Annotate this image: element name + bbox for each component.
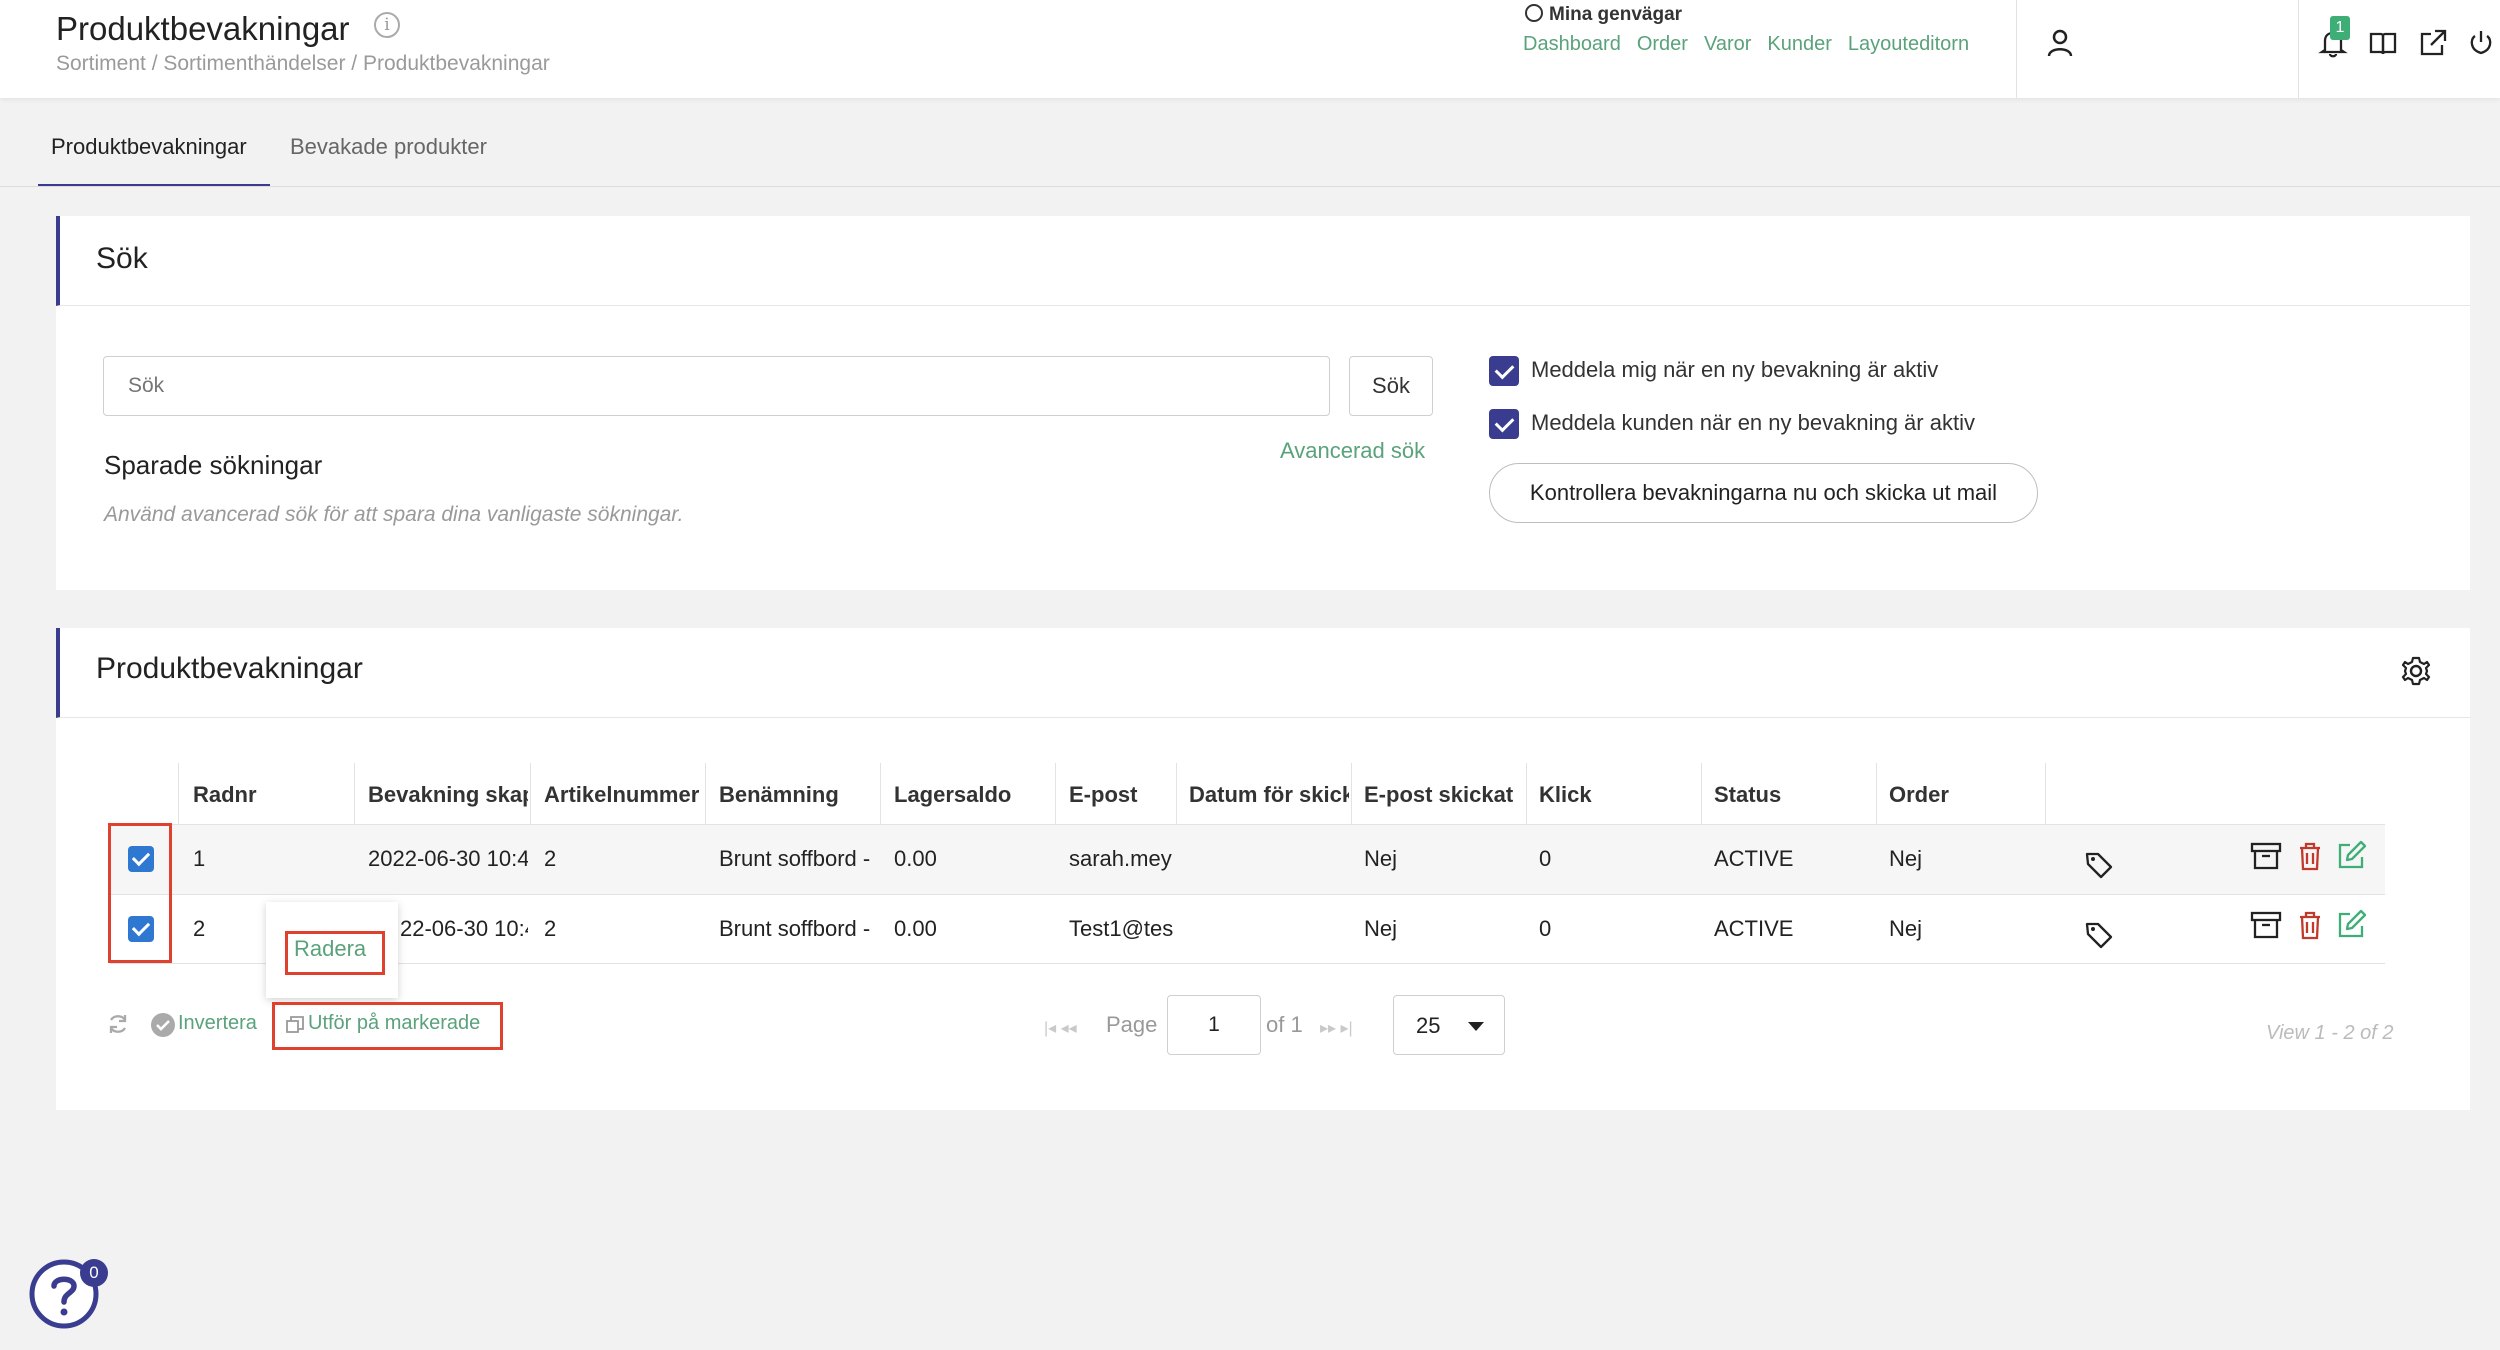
column-header-radnr[interactable]: Radnr (193, 782, 343, 808)
page-total: of 1 (1266, 1012, 1303, 1037)
cell-article: 2 (544, 846, 557, 871)
column-header-order[interactable]: Order (1889, 782, 2039, 808)
cell-stock: 0.00 (894, 846, 937, 871)
cell-radnr: 1 (193, 846, 206, 871)
tag-icon[interactable] (2084, 850, 2114, 880)
search-input[interactable] (103, 356, 1330, 416)
book-icon[interactable] (2368, 28, 2398, 58)
cell-name: Brunt soffbord - (719, 916, 871, 941)
page-title: Produktbevakningar (56, 10, 350, 47)
watches-card-header: Produktbevakningar (56, 628, 2470, 718)
tabs-divider (0, 186, 2500, 187)
external-link-icon[interactable] (2418, 28, 2448, 58)
column-header-created[interactable]: Bevakning skapad (368, 782, 528, 808)
notification-badge: 1 (2330, 16, 2350, 40)
search-card-title: Sök (96, 242, 148, 275)
check-circle-icon (151, 1013, 175, 1037)
cell-clicks: 0 (1539, 916, 1552, 941)
shortcut-order[interactable]: Order (1637, 33, 1688, 55)
archive-icon[interactable] (2250, 841, 2282, 871)
first-page-icon[interactable]: |◂ ◂◂ (1044, 1018, 1077, 1038)
tag-icon[interactable] (2084, 920, 2114, 950)
trash-icon[interactable] (2294, 910, 2326, 940)
info-icon[interactable]: i (374, 12, 400, 38)
settings-gear-icon[interactable] (2400, 655, 2432, 687)
view-info: View 1 - 2 of 2 (2266, 1022, 2394, 1044)
trash-icon[interactable] (2294, 841, 2326, 871)
cell-created: 22-06-30 10:4 (400, 916, 528, 941)
notify-me-checkbox[interactable] (1489, 356, 1519, 386)
cell-email-sent: Nej (1364, 846, 1398, 871)
cell-clicks: 0 (1539, 846, 1552, 871)
column-header-sent-date[interactable]: Datum för skickat (1189, 782, 1349, 808)
column-header-status[interactable]: Status (1714, 782, 1869, 808)
header-divider (2298, 0, 2299, 98)
column-header-clicks[interactable]: Klick (1539, 782, 1694, 808)
shortcuts-title: Mina genvägar (1525, 4, 1682, 26)
checkbox-highlight-box (108, 823, 172, 963)
apply-highlight-box (272, 1002, 503, 1050)
page-number-input[interactable] (1167, 995, 1261, 1055)
cell-created: 2022-06-30 10:4 (368, 846, 528, 871)
breadcrumb: Sortiment / Sortimenthändelser / Produkt… (56, 52, 550, 75)
column-header-article[interactable]: Artikelnummer (544, 782, 704, 808)
search-card-header: Sök (56, 216, 2470, 306)
cell-status: ACTIVE (1714, 846, 1794, 871)
header-divider (2016, 0, 2017, 98)
shortcut-varor[interactable]: Varor (1704, 33, 1751, 55)
next-page-icon[interactable]: ▸▸ ▸| (1320, 1018, 1353, 1038)
saved-searches-title: Sparade sökningar (104, 450, 323, 480)
shortcut-links: Dashboard Order Varor Kunder Layouteditorn (1523, 33, 1985, 56)
shortcut-layouteditorn[interactable]: Layouteditorn (1848, 33, 1969, 55)
page-size-select[interactable]: 25 (1393, 995, 1505, 1055)
gear-icon (1525, 4, 1543, 22)
column-header-name[interactable]: Benämning (719, 782, 874, 808)
tab-produktbevakningar[interactable]: Produktbevakningar (51, 134, 247, 160)
column-header-email-sent[interactable]: E-post skickat (1364, 782, 1524, 808)
cell-name: Brunt soffbord - (719, 846, 871, 871)
advanced-search-link[interactable]: Avancerad sök (1280, 438, 1425, 464)
cell-email: Test1@tes (1069, 916, 1174, 941)
tab-bevakade-produkter[interactable]: Bevakade produkter (290, 134, 487, 160)
search-button[interactable]: Sök (1349, 356, 1433, 416)
check-watches-button[interactable]: Kontrollera bevakningarna nu och skicka … (1489, 463, 2038, 523)
cell-order: Nej (1889, 916, 1923, 941)
cell-status: ACTIVE (1714, 916, 1794, 941)
watches-card-title: Produktbevakningar (96, 652, 363, 685)
invert-selection-button[interactable]: Invertera (178, 1012, 257, 1035)
refresh-icon[interactable] (106, 1012, 130, 1036)
shortcut-kunder[interactable]: Kunder (1767, 33, 1832, 55)
cell-article: 2 (544, 916, 557, 941)
notify-customer-checkbox[interactable] (1489, 409, 1519, 439)
page-label: Page (1106, 1012, 1158, 1037)
delete-highlight-box (285, 931, 385, 975)
edit-icon[interactable] (2336, 840, 2368, 870)
cell-stock: 0.00 (894, 916, 937, 941)
cell-order: Nej (1889, 846, 1923, 871)
saved-searches-hint: Använd avancerad sök för att spara dina … (104, 503, 684, 526)
cell-radnr: 2 (193, 916, 206, 941)
notify-me-option[interactable]: Meddela mig när en ny bevakning är aktiv (1489, 356, 1938, 386)
top-header: Produktbevakningar i Sortiment / Sortime… (0, 0, 2500, 98)
archive-icon[interactable] (2250, 910, 2282, 940)
notify-customer-option[interactable]: Meddela kunden när en ny bevakning är ak… (1489, 409, 1975, 439)
shortcut-dashboard[interactable]: Dashboard (1523, 33, 1621, 55)
user-icon[interactable] (2046, 28, 2074, 58)
chevron-down-icon (1468, 1022, 1484, 1031)
column-header-email[interactable]: E-post (1069, 782, 1169, 808)
power-icon[interactable] (2466, 28, 2496, 58)
cell-email: sarah.mey (1069, 846, 1172, 871)
cell-email-sent: Nej (1364, 916, 1398, 941)
help-badge: 0 (80, 1259, 108, 1287)
edit-icon[interactable] (2336, 909, 2368, 939)
column-header-stock[interactable]: Lagersaldo (894, 782, 1049, 808)
